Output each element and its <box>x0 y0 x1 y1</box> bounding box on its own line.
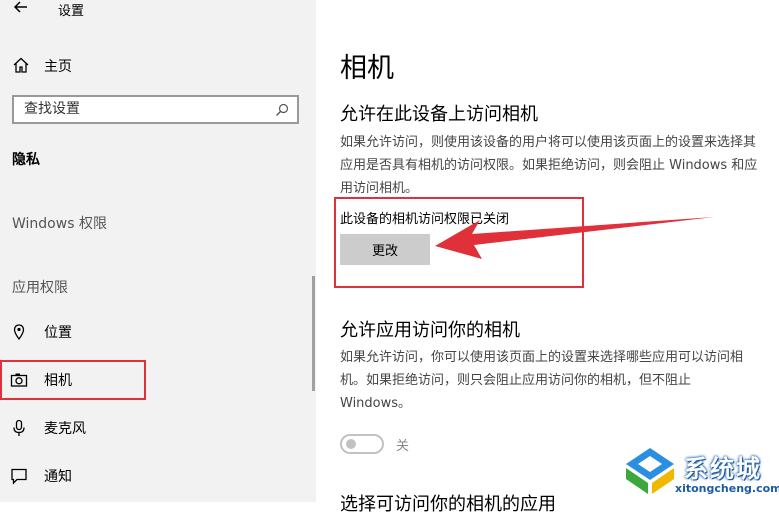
notification-icon <box>11 468 27 485</box>
section-privacy-heading: 隐私 <box>12 152 40 168</box>
microphone-icon <box>13 419 25 436</box>
annotation-highlight-camera <box>0 360 146 400</box>
back-arrow-icon[interactable] <box>10 0 32 18</box>
watermark-logo-icon <box>626 448 674 494</box>
search-box[interactable] <box>12 95 299 124</box>
app-title: 设置 <box>58 4 85 19</box>
device-access-heading: 允许在此设备上访问相机 <box>340 104 538 125</box>
toggle-state-label: 关 <box>396 439 410 454</box>
device-access-desc-line: 应用是否具有相机的访问权限。如果拒绝访问，则会阻止 Windows 和应 <box>340 158 758 173</box>
sidebar-item-notification[interactable]: 通知 <box>0 458 316 494</box>
app-access-toggle[interactable] <box>340 434 384 454</box>
sidebar-item-location[interactable]: 位置 <box>0 314 316 350</box>
watermark-url: xitongcheng.com <box>675 482 779 495</box>
sidebar-item-label: 麦克风 <box>44 421 86 437</box>
app-access-heading: 允许应用访问你的相机 <box>340 320 520 341</box>
app-access-desc-line: Windows。 <box>340 396 412 411</box>
page-title: 相机 <box>340 53 394 84</box>
home-link[interactable]: 主页 <box>44 56 72 76</box>
watermark-brand: 系统城 <box>684 455 762 483</box>
toggle-knob <box>346 439 356 449</box>
sidebar-item-label: 通知 <box>44 469 72 485</box>
section-windows-permissions-heading: Windows 权限 <box>12 216 107 232</box>
sidebar-item-label: 位置 <box>44 325 72 341</box>
app-access-desc-line: 机。如果拒绝访问，则只会阻止应用访问你的相机，但不阻止 <box>340 373 692 388</box>
location-icon <box>13 324 25 341</box>
annotation-arrow-icon <box>435 217 714 259</box>
section-app-permissions-heading: 应用权限 <box>12 280 68 296</box>
choose-apps-heading: 选择可访问你的相机的应用 <box>340 494 556 515</box>
sidebar-scrollbar[interactable] <box>312 276 315 391</box>
search-input[interactable] <box>24 101 264 117</box>
sidebar-item-microphone[interactable]: 麦克风 <box>0 410 316 446</box>
search-icon[interactable] <box>275 103 289 117</box>
home-icon[interactable] <box>12 56 30 74</box>
device-access-desc-line: 如果允许访问，则使用该设备的用户将可以使用该页面上的设置来选择其 <box>340 135 757 150</box>
sidebar: 设置 主页 隐私 Windows 权限 应用权限 位置 相机 <box>0 0 316 502</box>
app-access-desc-line: 如果允许访问，你可以使用该页面上的设置来选择哪些应用可以访问相 <box>340 350 744 365</box>
